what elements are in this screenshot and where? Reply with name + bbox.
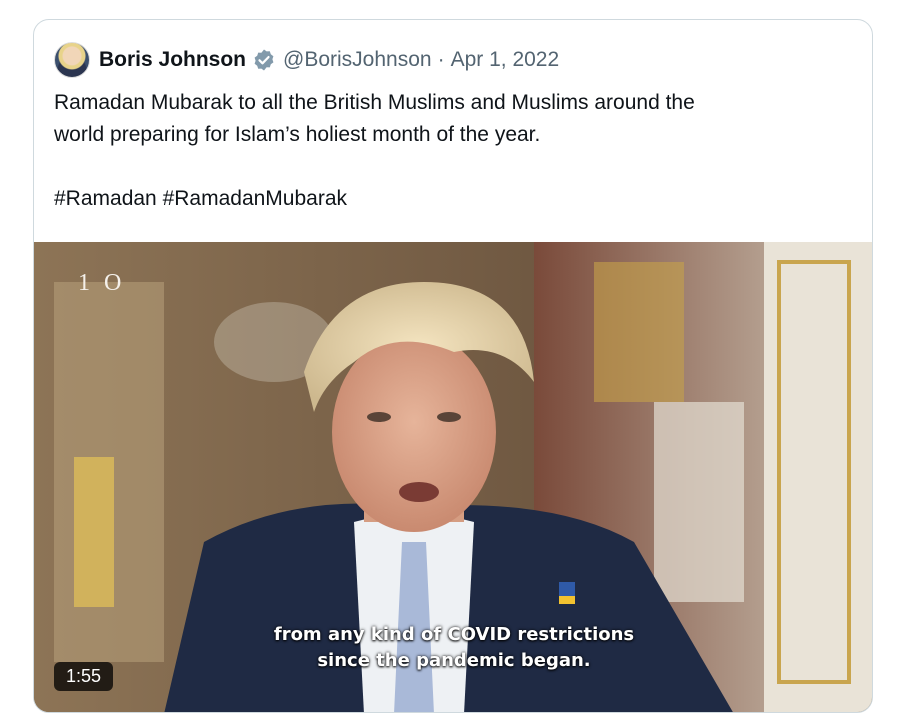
channel-logo: 1 O <box>78 270 126 296</box>
author-handle[interactable]: @BorisJohnson <box>283 48 432 72</box>
author-name[interactable]: Boris Johnson <box>99 48 246 72</box>
subtitle-line: since the pandemic began. <box>317 650 591 671</box>
video-subtitles: from any kind of COVID restrictions sinc… <box>34 622 872 674</box>
video-player[interactable]: 1 O from any kind of COVID restrictions … <box>34 242 872 712</box>
avatar[interactable] <box>54 42 90 78</box>
tweet-hashtags[interactable]: #Ramadan #RamadanMubarak <box>54 183 854 215</box>
tweet-date[interactable]: Apr 1, 2022 <box>451 48 560 72</box>
tweet-text-line: world preparing for Islam’s holiest mont… <box>54 123 541 146</box>
video-duration-badge: 1:55 <box>54 662 114 691</box>
tweet-text: Ramadan Mubarak to all the British Musli… <box>54 87 854 215</box>
tweet-text-line: Ramadan Mubarak to all the British Musli… <box>54 91 695 114</box>
tweet-card[interactable]: Boris Johnson @BorisJohnson · Apr 1, 202… <box>33 19 873 713</box>
verified-badge-icon <box>252 48 276 72</box>
tweet-header: Boris Johnson @BorisJohnson · Apr 1, 202… <box>54 42 559 78</box>
subtitle-line: from any kind of COVID restrictions <box>273 624 635 645</box>
separator-dot: · <box>437 48 445 71</box>
